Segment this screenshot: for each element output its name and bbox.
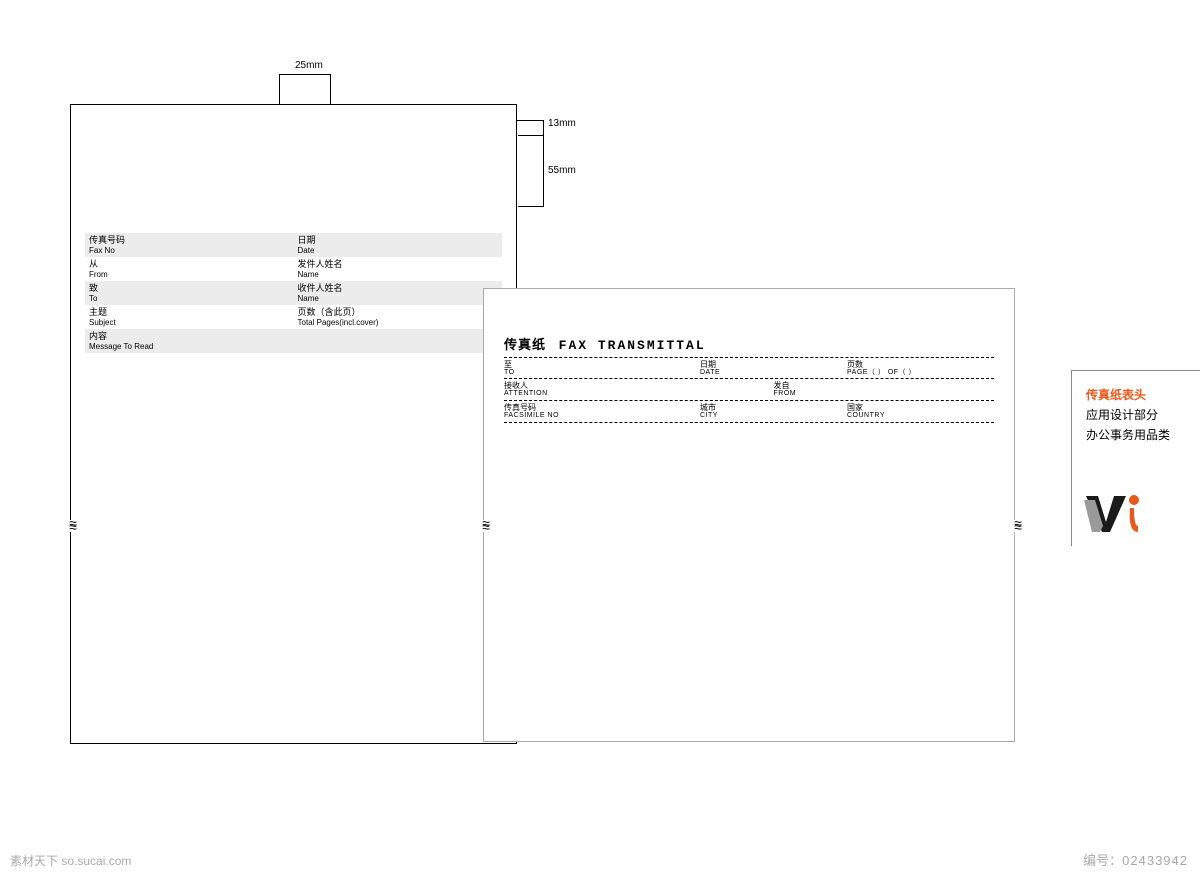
field-en: Name xyxy=(298,294,503,304)
field-cn: 主题 xyxy=(89,307,294,318)
fax-right-row: 传真号码FACSIMILE NO 城市CITY 国家COUNTRY xyxy=(504,401,994,423)
page-break-mark xyxy=(58,520,88,532)
info-card-line: 应用设计部分 xyxy=(1086,405,1190,425)
field-cn: 页数 xyxy=(847,360,994,369)
field-en: Message To Read xyxy=(89,342,294,352)
field-cn: 发件人姓名 xyxy=(298,259,503,270)
field-en: COUNTRY xyxy=(847,412,994,420)
fax-page-left: 传真号码Fax No 日期Date 从From 发件人姓名Name 致To 收件… xyxy=(70,104,517,744)
field-cn: 传真号码 xyxy=(504,403,700,412)
field-cn: 从 xyxy=(89,259,294,270)
field-en: TO xyxy=(504,369,700,377)
dimension-55mm-bot xyxy=(518,206,544,207)
fax-right-title: 传真纸 FAX TRANSMITTAL xyxy=(504,334,706,353)
field-en: DATE xyxy=(700,369,847,377)
fax-right-row: 接收人ATTENTION 发自FROM xyxy=(504,379,994,401)
field-cn: 日期 xyxy=(700,360,847,369)
field-en: FACSIMILE NO xyxy=(504,412,700,420)
field-cn: 收件人姓名 xyxy=(298,283,503,294)
fax-right-row: 至TO 日期DATE 页数PAGE（ ） OF（ ） xyxy=(504,357,994,379)
left-fields: 传真号码Fax No 日期Date 从From 发件人姓名Name 致To 收件… xyxy=(85,233,502,353)
watermark-right-label: 编号： xyxy=(1083,853,1122,868)
field-cn: 发自 xyxy=(774,381,995,390)
field-cn: 页数（含此页） xyxy=(298,307,503,318)
field-en: From xyxy=(89,270,294,280)
dimension-55mm-bar xyxy=(543,135,544,207)
left-row: 主题Subject 页数（含此页）Total Pages(incl.cover) xyxy=(85,305,502,329)
watermark-right: 编号：02433942 xyxy=(1083,850,1188,869)
field-cn: 国家 xyxy=(847,403,994,412)
dimension-13mm-bar xyxy=(543,120,544,136)
field-cn: 接收人 xyxy=(504,381,774,390)
field-cn: 至 xyxy=(504,360,700,369)
vi-logo-icon xyxy=(1084,492,1144,536)
field-en: Fax No xyxy=(89,246,294,256)
left-row: 内容Message To Read xyxy=(85,329,502,353)
dimension-55mm-label: 55mm xyxy=(548,165,576,176)
watermark-right-value: 02433942 xyxy=(1122,853,1188,868)
fax-page-right: 传真纸 FAX TRANSMITTAL 至TO 日期DATE 页数PAGE（ ）… xyxy=(483,288,1015,742)
field-en: To xyxy=(89,294,294,304)
field-cn: 传真号码 xyxy=(89,235,294,246)
field-cn: 致 xyxy=(89,283,294,294)
fax-right-grid: 至TO 日期DATE 页数PAGE（ ） OF（ ） 接收人ATTENTION … xyxy=(504,357,994,423)
left-row: 传真号码Fax No 日期Date xyxy=(85,233,502,257)
fax-right-title-en: FAX TRANSMITTAL xyxy=(559,338,706,353)
field-en: Name xyxy=(298,270,503,280)
field-cn: 内容 xyxy=(89,331,294,342)
field-en: FROM xyxy=(774,390,995,398)
fax-right-title-cn: 传真纸 xyxy=(504,337,546,352)
dimension-25mm-bar xyxy=(279,74,331,75)
dimension-13mm-label: 13mm xyxy=(548,118,576,129)
left-row: 从From 发件人姓名Name xyxy=(85,257,502,281)
field-cn: 城市 xyxy=(700,403,847,412)
field-en: Subject xyxy=(89,318,294,328)
field-en: Date xyxy=(298,246,503,256)
dimension-25mm-label: 25mm xyxy=(295,60,323,71)
watermark-left: 素材天下 so.sucai.com xyxy=(10,852,131,869)
field-cn: 日期 xyxy=(298,235,503,246)
field-en: PAGE（ ） OF（ ） xyxy=(847,369,994,377)
field-en: ATTENTION xyxy=(504,390,774,398)
page-break-mark xyxy=(1003,520,1033,532)
page-break-mark xyxy=(471,520,501,532)
field-en: CITY xyxy=(700,412,847,420)
info-card-line: 办公事务用品类 xyxy=(1086,425,1190,445)
left-row: 致To 收件人姓名Name xyxy=(85,281,502,305)
dimension-55mm-top xyxy=(518,135,544,136)
info-card: 传真纸表头 应用设计部分 办公事务用品类 xyxy=(1071,370,1200,546)
field-en: Total Pages(incl.cover) xyxy=(298,318,503,328)
info-card-title: 传真纸表头 xyxy=(1086,385,1190,405)
